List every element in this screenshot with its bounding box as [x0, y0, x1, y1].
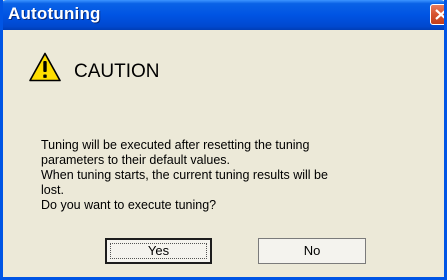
window-title: Autotuning [8, 4, 101, 23]
warning-icon [29, 52, 61, 82]
close-button[interactable] [430, 4, 444, 25]
message-line: Do you want to execute tuning? [41, 198, 217, 212]
message-line: parameters to their default values. [41, 153, 230, 167]
message-text: Tuning will be executed after resetting … [41, 138, 421, 213]
close-icon [435, 9, 444, 20]
yes-button[interactable]: Yes [105, 238, 212, 264]
no-button[interactable]: No [258, 238, 366, 264]
title-bar[interactable]: Autotuning [3, 0, 444, 30]
caution-label: CAUTION [74, 61, 160, 82]
message-line: When tuning starts, the current tuning r… [41, 168, 328, 182]
message-line: Tuning will be executed after resetting … [41, 138, 310, 152]
no-button-label: No [303, 243, 321, 258]
autotuning-dialog: Autotuning CAUTION Tuning will be execut… [0, 0, 447, 280]
yes-button-label: Yes [147, 243, 170, 258]
message-line: lost. [41, 183, 64, 197]
